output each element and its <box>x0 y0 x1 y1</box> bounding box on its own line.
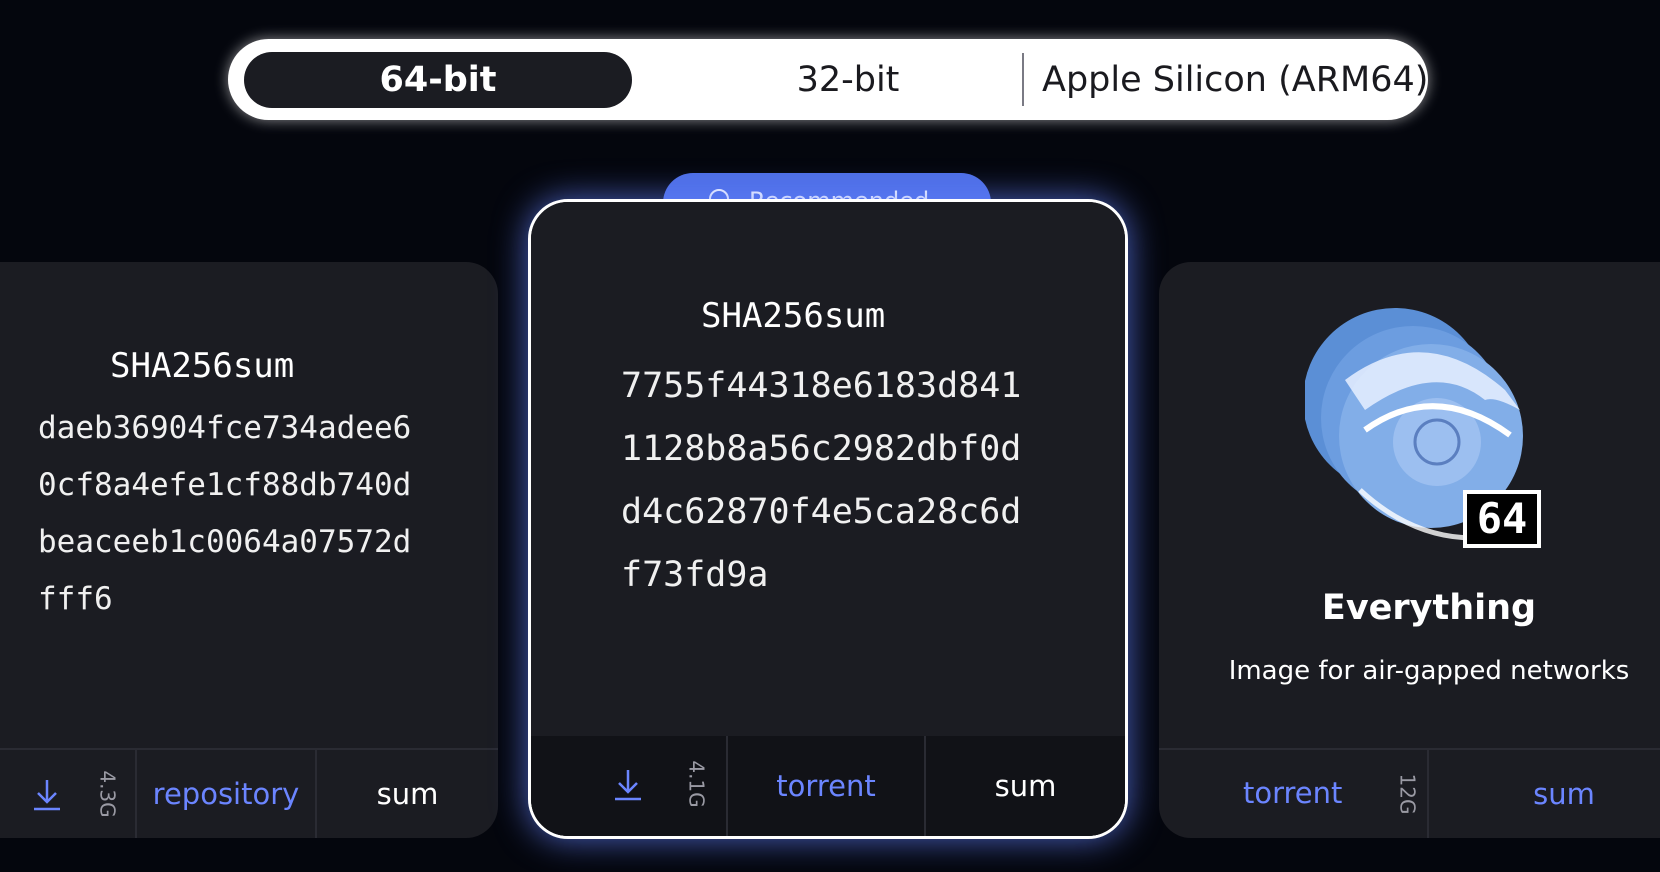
file-size: 4.3G <box>95 770 120 818</box>
hash-line-1: daeb36904fce734adee6 <box>38 410 412 446</box>
download-cell[interactable]: 4.3G <box>0 750 137 838</box>
hash-line-4: fff6 <box>38 581 113 617</box>
hash-line-2: 0cf8a4efe1cf88db740d <box>38 467 412 503</box>
card-footer: 4.3G repository sum <box>0 748 498 838</box>
sum-link[interactable]: sum <box>926 736 1125 836</box>
torrent-link[interactable]: torrent <box>1243 776 1342 810</box>
hash-line-4: f73fd9a <box>621 555 769 595</box>
sum-link[interactable]: sum <box>317 750 498 838</box>
hash-line-2: 1128b8a56c2982dbf0d <box>621 429 1022 469</box>
download-cell[interactable]: 4.1G <box>531 736 728 836</box>
hash-line-1: 7755f44318e6183d841 <box>621 366 1022 406</box>
torrent-link[interactable]: torrent <box>728 736 926 836</box>
hash-line-3: d4c62870f4e5ca28c6d <box>621 492 1022 532</box>
tab-32-bit[interactable]: 32-bit <box>668 52 1028 108</box>
architecture-switcher: 64-bit 32-bit Apple Silicon (ARM64) <box>228 39 1428 120</box>
logo-64-badge: 64 <box>1463 490 1541 548</box>
file-size: 4.1G <box>684 760 709 808</box>
sum-link[interactable]: sum <box>1429 750 1660 838</box>
repository-link[interactable]: repository <box>137 750 317 838</box>
download-icon[interactable] <box>613 768 643 802</box>
installer-card-recommended: SHA256sum 7755f44318e6183d841 1128b8a56c… <box>528 199 1128 839</box>
hash-title: SHA256sum <box>701 296 886 336</box>
installer-card-left: SHA256sum daeb36904fce734adee6 0cf8a4efe… <box>0 262 498 838</box>
file-size: 12G <box>1395 773 1420 815</box>
download-icon[interactable] <box>32 778 62 812</box>
card-footer: torrent 12G sum <box>1159 748 1660 838</box>
tab-64-bit[interactable]: 64-bit <box>244 52 632 108</box>
tab-divider <box>1022 53 1024 106</box>
hash-line-3: beaceeb1c0064a07572d <box>38 524 412 560</box>
card-subtitle: Image for air-gapped networks <box>1228 656 1630 686</box>
card-title: Everything <box>1321 588 1537 628</box>
card-body: SHA256sum 7755f44318e6183d841 1128b8a56c… <box>531 202 1125 836</box>
stacked-disc-dragon-icon: 64 <box>1303 300 1555 560</box>
download-page: 64-bit 32-bit Apple Silicon (ARM64) SHA2… <box>0 0 1660 872</box>
hash-title: SHA256sum <box>110 346 295 386</box>
card-footer: 4.1G torrent sum <box>531 736 1125 836</box>
tab-apple-silicon[interactable]: Apple Silicon (ARM64) <box>1036 52 1428 108</box>
torrent-cell[interactable]: torrent 12G <box>1159 750 1429 838</box>
